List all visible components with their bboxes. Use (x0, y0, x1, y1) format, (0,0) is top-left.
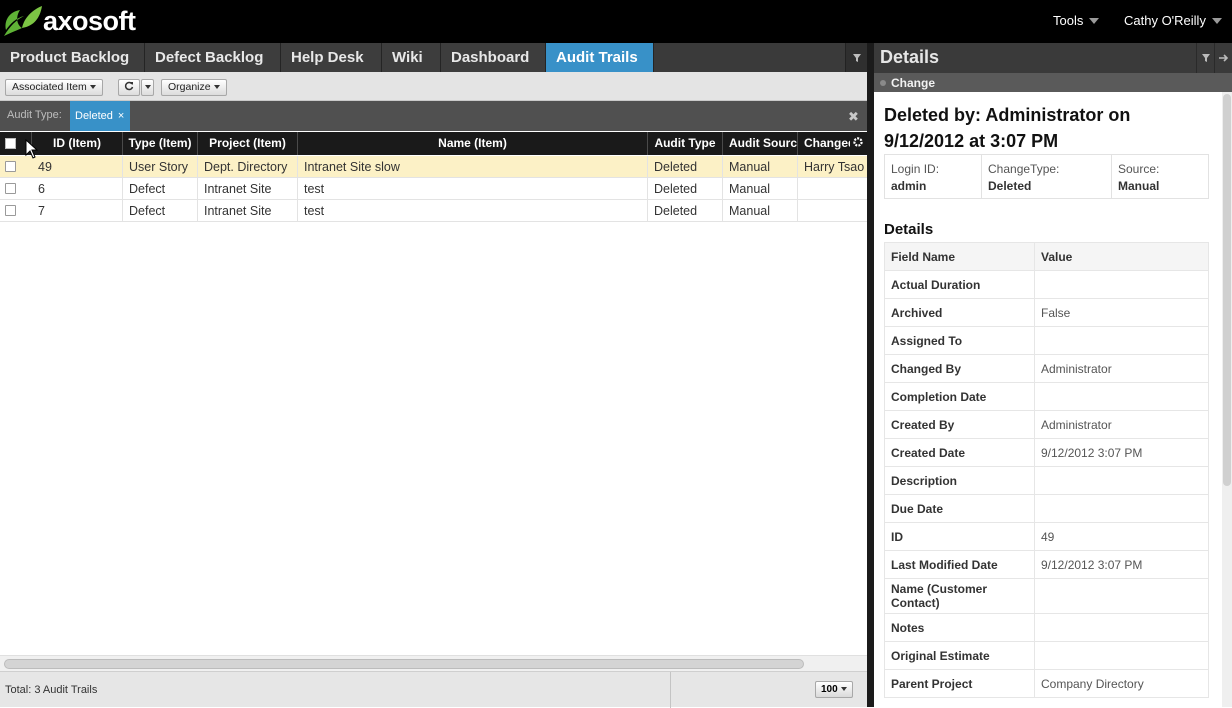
table-row[interactable]: 49 User Story Dept. Directory Intranet S… (0, 156, 867, 178)
table-row: Name (Customer Contact) (884, 578, 1209, 614)
scrollbar-thumb[interactable] (1223, 94, 1231, 486)
table-row: Created Date 9/12/2012 3:07 PM (884, 438, 1209, 467)
row-checkbox[interactable] (5, 183, 16, 194)
details-filter-button[interactable] (1196, 43, 1214, 73)
tab-help-desk[interactable]: Help Desk (281, 43, 382, 72)
gear-icon (853, 137, 863, 147)
bullet-icon (880, 80, 886, 86)
grid-header: ID (Item) Type (Item) Project (Item) Nam… (0, 132, 867, 155)
column-header-field-name: Field Name (884, 242, 1035, 271)
table-row[interactable]: 7 Defect Intranet Site test Deleted Manu… (0, 200, 867, 222)
select-all-checkbox[interactable] (5, 138, 16, 149)
brand-wordmark: axosoft (43, 5, 136, 36)
row-checkbox[interactable] (5, 161, 16, 172)
user-menu-label: Cathy O'Reilly (1124, 13, 1206, 28)
details-title: Details (880, 47, 940, 67)
filter-label: Audit Type: (7, 109, 62, 121)
tabs-filter-button[interactable] (845, 43, 867, 72)
tools-menu-label: Tools (1053, 13, 1084, 28)
change-section-header[interactable]: Change (874, 73, 1232, 92)
column-header-changed-by[interactable]: Changed By (798, 132, 850, 155)
fields-table: Field Name Value Actual Duration Archive… (884, 242, 1209, 698)
page-size-select[interactable]: 100 (815, 681, 853, 698)
chevron-down-icon (89, 85, 96, 90)
details-header: Details (874, 43, 1232, 73)
chevron-down-icon (840, 687, 847, 692)
table-row: Original Estimate (884, 641, 1209, 670)
organize-button[interactable]: Organize (161, 79, 227, 96)
main-tabs: Product Backlog Defect Backlog Help Desk… (0, 43, 867, 72)
change-meta: Login ID: admin ChangeType: Deleted Sour… (884, 154, 1209, 199)
table-row: Actual Duration (884, 270, 1209, 299)
mouse-cursor-icon (25, 139, 39, 159)
column-header-type[interactable]: Type (Item) (123, 132, 198, 155)
leaf-logo-icon (4, 6, 42, 36)
tools-menu[interactable]: Tools (1053, 13, 1100, 28)
user-menu[interactable]: Cathy O'Reilly (1124, 13, 1222, 28)
total-count: Total: 3 Audit Trails (5, 684, 98, 696)
clear-filter-icon[interactable]: ✖ (848, 109, 859, 125)
table-row: Notes (884, 613, 1209, 642)
table-row: Completion Date (884, 382, 1209, 411)
table-row: Parent Project Company Directory (884, 669, 1209, 698)
table-row: Changed By Administrator (884, 354, 1209, 383)
chevron-down-icon (1211, 17, 1222, 24)
table-row: Assigned To (884, 326, 1209, 355)
filter-icon (853, 54, 861, 62)
scrollbar-thumb[interactable] (4, 659, 804, 669)
chevron-down-icon (1089, 17, 1100, 24)
table-row: Archived False (884, 298, 1209, 327)
change-type: ChangeType: Deleted (982, 155, 1112, 198)
column-header-name[interactable]: Name (Item) (298, 132, 648, 155)
tab-audit-trails[interactable]: Audit Trails (546, 43, 654, 72)
refresh-button[interactable] (118, 79, 140, 96)
table-row: Description (884, 466, 1209, 495)
filter-icon (1201, 54, 1210, 62)
login-id: Login ID: admin (885, 155, 982, 198)
tab-dashboard[interactable]: Dashboard (441, 43, 546, 72)
tab-product-backlog[interactable]: Product Backlog (0, 43, 145, 72)
column-settings-button[interactable] (849, 132, 867, 155)
column-header-id[interactable]: ID (Item) (32, 132, 123, 155)
status-bar: Total: 3 Audit Trails 100 (0, 671, 867, 708)
grid-toolbar: Associated Item Organize (0, 72, 867, 101)
table-row: Created By Administrator (884, 410, 1209, 439)
chevron-down-icon (145, 85, 151, 90)
column-header-audit-source[interactable]: Audit Source (723, 132, 798, 155)
arrow-right-icon (1218, 54, 1228, 62)
close-icon[interactable]: × (118, 110, 124, 122)
change-title: Deleted by: Administrator on 9/12/2012 a… (884, 105, 1131, 151)
change-source: Source: Manual (1118, 162, 1160, 193)
row-checkbox[interactable] (5, 205, 16, 216)
fields-heading: Details (884, 221, 934, 238)
tab-wiki[interactable]: Wiki (382, 43, 441, 72)
column-header-audit-type[interactable]: Audit Type (648, 132, 723, 155)
table-row: ID 49 (884, 522, 1209, 551)
refresh-icon (124, 81, 134, 91)
column-header-value: Value (1034, 242, 1209, 271)
filter-chip-deleted[interactable]: Deleted × (70, 101, 131, 131)
collapse-details-button[interactable] (1214, 43, 1232, 73)
table-row[interactable]: 6 Defect Intranet Site test Deleted Manu… (0, 178, 867, 200)
associated-item-button[interactable]: Associated Item (5, 79, 103, 96)
axosoft-logo[interactable]: axosoft (2, 4, 136, 38)
chevron-down-icon (213, 85, 220, 90)
table-row: Last Modified Date 9/12/2012 3:07 PM (884, 550, 1209, 579)
refresh-options-button[interactable] (141, 79, 154, 96)
table-row: Due Date (884, 494, 1209, 523)
details-body: Deleted by: Administrator on 9/12/2012 a… (874, 92, 1222, 707)
status-divider (670, 672, 671, 708)
column-header-project[interactable]: Project (Item) (198, 132, 298, 155)
horizontal-scrollbar[interactable] (0, 655, 867, 671)
pane-splitter[interactable] (867, 43, 874, 707)
app-header: axosoft Tools Cathy O'Reilly (0, 0, 1232, 43)
vertical-scrollbar[interactable] (1222, 92, 1232, 707)
tab-defect-backlog[interactable]: Defect Backlog (145, 43, 281, 72)
